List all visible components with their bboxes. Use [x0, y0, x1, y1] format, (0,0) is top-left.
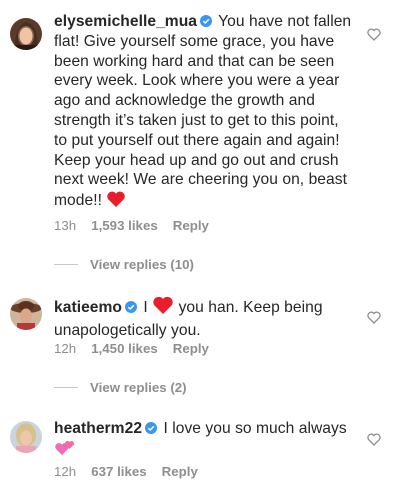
- avatar[interactable]: [10, 298, 42, 330]
- comment-username[interactable]: heatherm22: [54, 420, 142, 437]
- verified-badge-icon: [145, 422, 158, 434]
- heart-outline-icon[interactable]: [367, 433, 381, 446]
- comment-text: I: [143, 299, 148, 316]
- verified-badge-icon: [125, 301, 138, 313]
- likes-count[interactable]: 1,450 likes: [91, 341, 158, 356]
- avatar[interactable]: [10, 421, 42, 453]
- comment-body: elysemichelle_mua You have not fallen fl…: [54, 12, 354, 214]
- comment-time: 13h: [54, 218, 77, 233]
- comment-username[interactable]: katieemo: [54, 299, 122, 316]
- avatar[interactable]: [10, 18, 42, 50]
- verified-badge-icon: [200, 15, 213, 27]
- view-replies-button[interactable]: View replies (2): [54, 380, 187, 395]
- divider: [54, 264, 78, 265]
- comment-text: I love you so much always: [163, 420, 347, 437]
- comment-meta: 13h 1,593 likes Reply: [54, 218, 224, 233]
- reply-button[interactable]: Reply: [173, 218, 209, 233]
- comment-meta: 12h 1,450 likes Reply: [54, 341, 224, 356]
- comment-time: 12h: [54, 464, 77, 479]
- reply-button[interactable]: Reply: [173, 341, 209, 356]
- red-heart-emoji: [106, 190, 126, 214]
- two-hearts-emoji: [54, 439, 76, 463]
- comment-body: katieemo I you han. Keep being unapologe…: [54, 295, 354, 341]
- comment-time: 12h: [54, 341, 77, 356]
- heart-outline-icon[interactable]: [367, 28, 381, 41]
- red-heart-emoji: [152, 295, 174, 321]
- comment-username[interactable]: elysemichelle_mua: [54, 13, 197, 30]
- comment-text: You have not fallen flat! Give yourself …: [54, 13, 352, 210]
- divider: [54, 387, 78, 388]
- view-replies-button[interactable]: View replies (10): [54, 257, 194, 272]
- comment-body: heatherm22 I love you so much always: [54, 419, 354, 463]
- comment-meta: 12h 637 likes Reply: [54, 464, 213, 479]
- heart-outline-icon[interactable]: [367, 311, 381, 324]
- reply-button[interactable]: Reply: [162, 464, 198, 479]
- likes-count[interactable]: 1,593 likes: [91, 218, 158, 233]
- likes-count[interactable]: 637 likes: [91, 464, 146, 479]
